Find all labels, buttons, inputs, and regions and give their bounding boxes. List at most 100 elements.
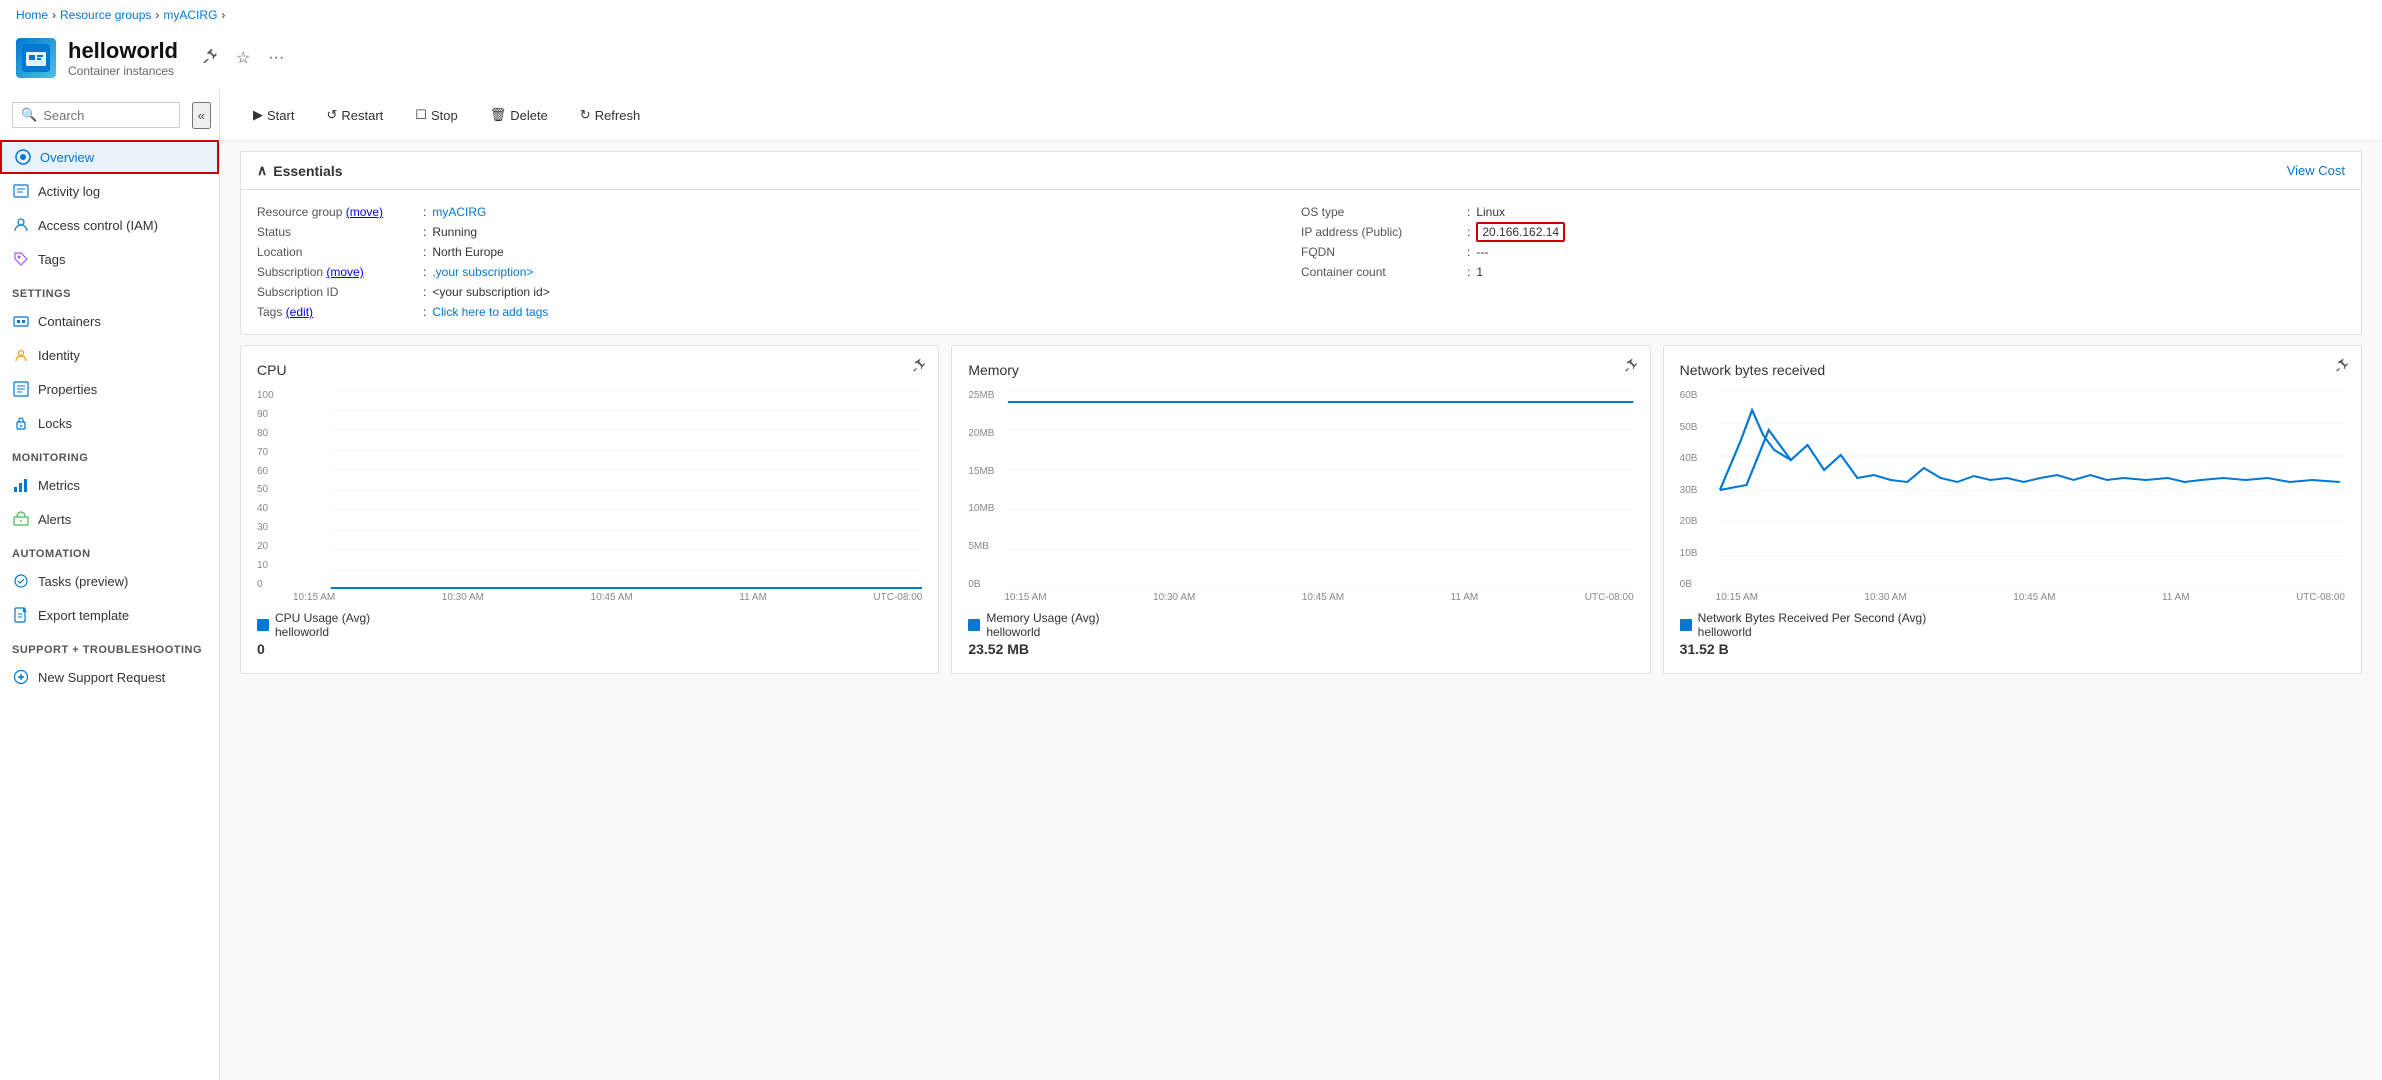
network-chart-pin[interactable]: [2335, 358, 2349, 377]
sidebar-item-containers-label: Containers: [38, 314, 101, 329]
activity-log-icon: [12, 182, 30, 200]
start-icon: ▶: [253, 107, 263, 123]
network-legend-icon: [1680, 619, 1692, 631]
sidebar-collapse-button[interactable]: «: [192, 102, 211, 129]
cpu-chart-footer: CPU Usage (Avg) helloworld: [257, 611, 922, 639]
sidebar-item-new-support-request[interactable]: New Support Request: [0, 660, 219, 694]
sidebar-item-access-control[interactable]: Access control (IAM): [0, 208, 219, 242]
sidebar-item-identity-label: Identity: [38, 348, 80, 363]
essentials-os-type: OS type :Linux: [1301, 202, 2345, 222]
toolbar: ▶ Start ↺ Restart ☐ Stop 🗑 Delete ↻ Refr…: [220, 90, 2382, 141]
breadcrumb-home[interactable]: Home: [16, 8, 48, 22]
essentials-subscription: Subscription (move) :,your subscription>: [257, 262, 1301, 282]
essentials-left-col: Resource group (move) :myACIRG Status :R…: [257, 202, 1301, 322]
essentials-location: Location :North Europe: [257, 242, 1301, 262]
favorite-button[interactable]: ☆: [232, 44, 254, 72]
app-header: helloworld Container instances ☆ ···: [0, 30, 2382, 90]
network-legend-sub: helloworld: [1698, 625, 1927, 639]
cpu-chart-card: CPU 100 90 80 70 60 50 40 30 20: [240, 345, 939, 674]
cpu-legend-sub: helloworld: [275, 625, 370, 639]
essentials-ip-address: IP address (Public) :20.166.162.14: [1301, 222, 2345, 242]
refresh-button[interactable]: ↻ Refresh: [567, 100, 653, 130]
sidebar-item-export-template-label: Export template: [38, 608, 129, 623]
sidebar-item-overview[interactable]: Overview: [0, 140, 219, 174]
sidebar-item-alerts[interactable]: Alerts: [0, 502, 219, 536]
sidebar-item-export-template[interactable]: Export template: [0, 598, 219, 632]
breadcrumb: Home › Resource groups › myACIRG ›: [0, 0, 2382, 30]
sidebar-item-locks-label: Locks: [38, 416, 72, 431]
resource-group-value[interactable]: myACIRG: [432, 205, 486, 219]
network-chart-footer: Network Bytes Received Per Second (Avg) …: [1680, 611, 2345, 639]
memory-chart-title: Memory: [968, 362, 1633, 378]
collapse-icon[interactable]: ∧: [257, 162, 267, 179]
edit-tags-link[interactable]: (edit): [286, 305, 313, 319]
app-subtitle: Container instances: [68, 64, 178, 78]
containers-icon: [12, 312, 30, 330]
essentials-tags: Tags (edit) :Click here to add tags: [257, 302, 1301, 322]
sidebar-item-tags-label: Tags: [38, 252, 65, 267]
memory-chart-card: Memory 25MB 20MB 15MB 10MB 5MB 0B: [951, 345, 1650, 674]
search-input[interactable]: [43, 108, 170, 123]
ip-address-value: 20.166.162.14: [1476, 222, 1565, 242]
section-monitoring: Monitoring: [0, 440, 219, 468]
sidebar: 🔍 « Overview Activity log: [0, 90, 220, 1080]
cpu-chart-value: 0: [257, 641, 922, 657]
cpu-chart-pin[interactable]: [912, 358, 926, 377]
section-settings: Settings: [0, 276, 219, 304]
view-cost-link[interactable]: View Cost: [2287, 163, 2345, 178]
export-template-icon: [12, 606, 30, 624]
memory-chart-svg: [968, 390, 1633, 590]
tags-icon: [12, 250, 30, 268]
pin-button[interactable]: [198, 44, 222, 73]
restart-button[interactable]: ↺ Restart: [313, 100, 396, 130]
metrics-icon: [12, 476, 30, 494]
cpu-chart-title: CPU: [257, 362, 922, 378]
essentials-grid: Resource group (move) :myACIRG Status :R…: [241, 190, 2361, 334]
move-link[interactable]: (move): [346, 205, 383, 219]
sidebar-item-iam-label: Access control (IAM): [38, 218, 158, 233]
new-support-request-icon: [12, 668, 30, 686]
essentials-subscription-id: Subscription ID :<your subscription id>: [257, 282, 1301, 302]
subscription-value[interactable]: ,your subscription>: [432, 265, 533, 279]
memory-chart-pin[interactable]: [1624, 358, 1638, 377]
sidebar-item-tasks[interactable]: Tasks (preview): [0, 564, 219, 598]
network-legend-label: Network Bytes Received Per Second (Avg): [1698, 611, 1927, 625]
section-support: Support + troubleshooting: [0, 632, 219, 660]
breadcrumb-myacirg[interactable]: myACIRG: [163, 8, 217, 22]
search-box[interactable]: 🔍: [12, 102, 180, 128]
delete-icon: 🗑: [490, 107, 507, 123]
delete-button[interactable]: 🗑 Delete: [477, 100, 561, 130]
sidebar-item-identity[interactable]: Identity: [0, 338, 219, 372]
section-automation: Automation: [0, 536, 219, 564]
sidebar-item-locks[interactable]: Locks: [0, 406, 219, 440]
sidebar-item-activity-log[interactable]: Activity log: [0, 174, 219, 208]
sidebar-item-overview-label: Overview: [40, 150, 94, 165]
essentials-resource-group: Resource group (move) :myACIRG: [257, 202, 1301, 222]
stop-button[interactable]: ☐ Stop: [402, 100, 470, 130]
network-x-axis: 10:15 AM 10:30 AM 10:45 AM 11 AM UTC-08:…: [1680, 592, 2345, 603]
sidebar-nav: Overview Activity log Access control (IA…: [0, 140, 219, 1080]
add-tags-link[interactable]: Click here to add tags: [432, 305, 548, 319]
alerts-icon: [12, 510, 30, 528]
sidebar-item-properties[interactable]: Properties: [0, 372, 219, 406]
network-chart-area: 60B 50B 40B 30B 20B 10B 0B: [1680, 390, 2345, 590]
sidebar-item-metrics[interactable]: Metrics: [0, 468, 219, 502]
cpu-chart-area: 100 90 80 70 60 50 40 30 20 10 0: [257, 390, 922, 590]
more-button[interactable]: ···: [264, 45, 288, 71]
sidebar-item-tags[interactable]: Tags: [0, 242, 219, 276]
memory-chart-footer: Memory Usage (Avg) helloworld: [968, 611, 1633, 639]
essentials-panel: ∧ Essentials View Cost Resource group (m…: [240, 151, 2362, 335]
network-chart-card: Network bytes received 60B 50B 40B 30B 2…: [1663, 345, 2362, 674]
start-button[interactable]: ▶ Start: [240, 100, 307, 130]
essentials-right-col: OS type :Linux IP address (Public) :20.1…: [1301, 202, 2345, 322]
essentials-title: Essentials: [273, 163, 342, 179]
breadcrumb-resource-groups[interactable]: Resource groups: [60, 8, 151, 22]
header-actions: ☆ ···: [198, 44, 288, 73]
sub-move-link[interactable]: (move): [326, 265, 363, 279]
properties-icon: [12, 380, 30, 398]
sidebar-item-containers[interactable]: Containers: [0, 304, 219, 338]
memory-x-axis: 10:15 AM 10:30 AM 10:45 AM 11 AM UTC-08:…: [968, 592, 1633, 603]
memory-legend-label: Memory Usage (Avg): [986, 611, 1099, 625]
overview-icon: [14, 148, 32, 166]
app-title: helloworld: [68, 38, 178, 64]
